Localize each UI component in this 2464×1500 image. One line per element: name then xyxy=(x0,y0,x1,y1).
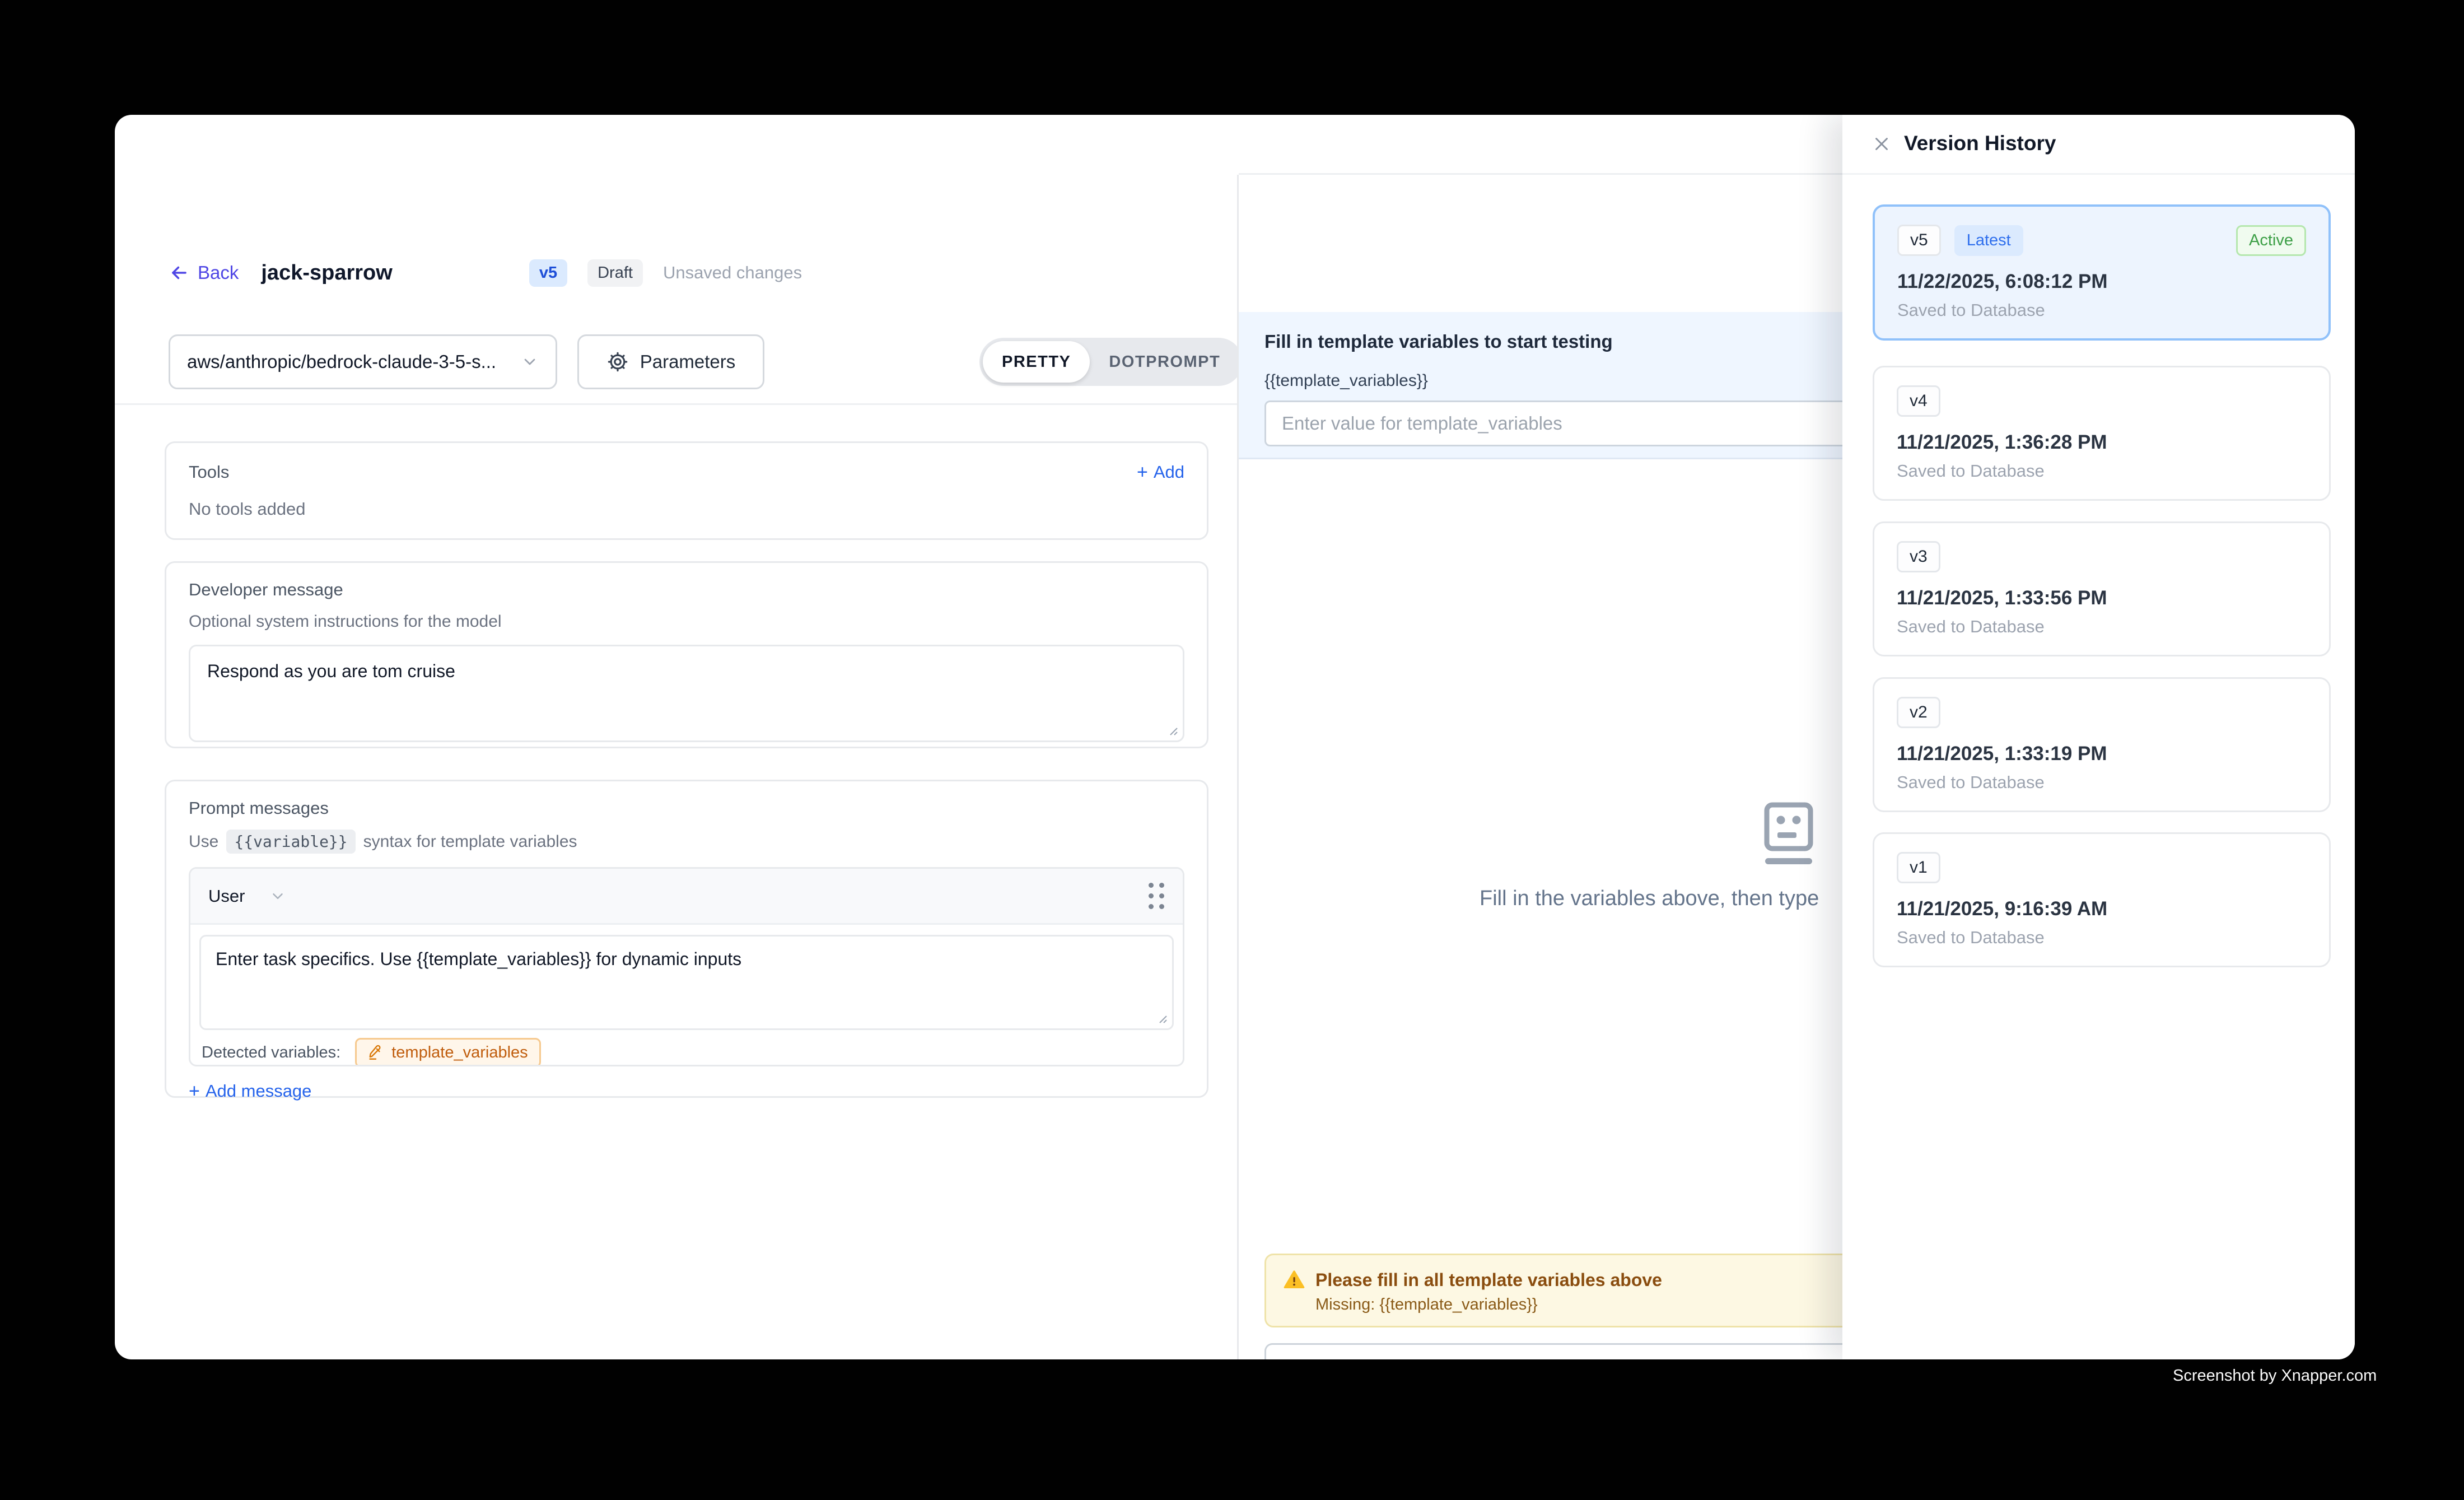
version-number-badge: v3 xyxy=(1897,541,1940,572)
tools-label: Tools xyxy=(189,462,229,482)
arrow-left-icon xyxy=(169,262,190,283)
gear-icon xyxy=(606,351,629,373)
xnapper-watermark: Screenshot by Xnapper.com xyxy=(2173,1367,2377,1385)
prompt-messages-label: Prompt messages xyxy=(189,798,1184,818)
version-card-v5[interactable]: v5 Latest Active 11/22/2025, 6:08:12 PM … xyxy=(1873,204,2331,341)
active-badge: Active xyxy=(2236,225,2306,256)
unsaved-changes-label: Unsaved changes xyxy=(663,263,802,283)
app-window: Back jack-sparrow v5 Draft Unsaved chang… xyxy=(115,115,2355,1359)
page-title: jack-sparrow xyxy=(261,261,392,285)
version-card-v2[interactable]: v2 11/21/2025, 1:33:19 PM Saved to Datab… xyxy=(1873,677,2331,812)
version-history-panel: Version History v5 Latest Active 11/22/2… xyxy=(1842,115,2355,1359)
version-status: Saved to Database xyxy=(1897,300,2306,320)
message-textarea[interactable]: Enter task specifics. Use {{template_var… xyxy=(199,935,1174,1030)
banner-title: Fill in template variables to start test… xyxy=(1264,331,1613,352)
developer-message-description: Optional system instructions for the mod… xyxy=(189,612,1184,631)
header-badges: v5 Draft Unsaved changes xyxy=(529,259,802,287)
version-status: Saved to Database xyxy=(1897,772,2307,793)
drag-handle-icon[interactable] xyxy=(1149,883,1165,910)
parameters-label: Parameters xyxy=(640,351,736,372)
detected-variable-chip[interactable]: template_variables xyxy=(355,1038,540,1067)
test-panel-header xyxy=(1239,115,1842,175)
version-number-badge: v1 xyxy=(1897,852,1940,883)
back-label: Back xyxy=(198,262,239,283)
close-icon xyxy=(1871,133,1892,155)
screenshot-canvas: Back jack-sparrow v5 Draft Unsaved chang… xyxy=(0,0,2464,1500)
bot-face-icon xyxy=(1763,801,1814,865)
template-syntax-hint: Use {{variable}} syntax for template var… xyxy=(189,830,1184,854)
add-tool-button[interactable]: + Add xyxy=(1137,462,1184,482)
chat-input-box[interactable] xyxy=(1264,1343,1886,1359)
version-status: Saved to Database xyxy=(1897,928,2307,948)
model-select[interactable]: aws/anthropic/bedrock-claude-3-5-s... xyxy=(169,334,557,389)
add-message-label: Add message xyxy=(206,1081,312,1101)
variable-value-input[interactable] xyxy=(1264,400,1886,446)
hint-suffix: syntax for template variables xyxy=(363,832,577,851)
version-status: Saved to Database xyxy=(1897,461,2307,481)
version-number-badge: v2 xyxy=(1897,697,1940,728)
draft-badge: Draft xyxy=(587,259,643,287)
developer-message-label: Developer message xyxy=(189,580,1184,600)
empty-state-text: Fill in the variables above, then type xyxy=(1480,887,1819,911)
warning-triangle-icon xyxy=(1283,1269,1305,1291)
back-button[interactable]: Back xyxy=(169,262,239,283)
version-number-badge: v4 xyxy=(1897,385,1940,417)
version-history-title: Version History xyxy=(1904,132,2056,155)
version-card-v4[interactable]: v4 11/21/2025, 1:36:28 PM Saved to Datab… xyxy=(1873,366,2331,501)
version-timestamp: 11/21/2025, 9:16:39 AM xyxy=(1897,898,2307,920)
chevron-down-icon xyxy=(269,888,286,905)
template-variables-banner: Fill in template variables to start test… xyxy=(1239,312,1842,459)
version-status: Saved to Database xyxy=(1897,617,2307,637)
model-name: aws/anthropic/bedrock-claude-3-5-s... xyxy=(187,351,496,372)
add-tool-label: Add xyxy=(1154,462,1184,482)
version-card-v1[interactable]: v1 11/21/2025, 9:16:39 AM Saved to Datab… xyxy=(1873,832,2331,967)
version-header-divider xyxy=(1842,173,2355,175)
version-timestamp: 11/22/2025, 6:08:12 PM xyxy=(1897,271,2306,293)
plus-icon: + xyxy=(189,1083,200,1100)
latest-badge: Latest xyxy=(1954,225,2023,256)
developer-message-card: Developer message Optional system instru… xyxy=(165,561,1208,748)
version-timestamp: 11/21/2025, 1:33:56 PM xyxy=(1897,587,2307,609)
detected-variables-label: Detected variables: xyxy=(202,1044,340,1062)
role-select[interactable]: User xyxy=(208,886,286,906)
prompt-editor-panel: Back jack-sparrow v5 Draft Unsaved chang… xyxy=(115,115,1237,1359)
version-number-badge: v5 xyxy=(1897,225,1941,256)
pencil-icon xyxy=(368,1045,384,1060)
message-header: User xyxy=(190,869,1183,925)
format-toggle: PRETTY DOTPROMPT xyxy=(979,338,1243,386)
variable-syntax-chip: {{variable}} xyxy=(226,830,355,854)
close-button[interactable] xyxy=(1867,129,1896,159)
parameters-button[interactable]: Parameters xyxy=(577,334,764,389)
toggle-option-pretty[interactable]: PRETTY xyxy=(983,341,1090,383)
detected-variables-row: Detected variables: template_variables xyxy=(202,1038,541,1066)
add-message-button[interactable]: + Add message xyxy=(189,1081,1184,1101)
version-badge: v5 xyxy=(529,259,567,287)
prompt-messages-card: Prompt messages Use {{variable}} syntax … xyxy=(165,780,1208,1098)
version-timestamp: 11/21/2025, 1:36:28 PM xyxy=(1897,431,2307,454)
toggle-option-dotprompt[interactable]: DOTPROMPT xyxy=(1090,341,1239,383)
editor-header: Back jack-sparrow v5 Draft Unsaved chang… xyxy=(169,255,802,291)
plus-icon: + xyxy=(1137,464,1148,481)
toolbar-divider xyxy=(115,403,1237,405)
detected-variable-name: template_variables xyxy=(391,1044,528,1062)
message-block: User Enter task specifics. Use {{templat… xyxy=(189,867,1184,1066)
hint-prefix: Use xyxy=(189,832,218,851)
version-card-v3[interactable]: v3 11/21/2025, 1:33:56 PM Saved to Datab… xyxy=(1873,521,2331,656)
role-label: User xyxy=(208,886,245,906)
warning-detail: Missing: {{template_variables}} xyxy=(1315,1296,1851,1314)
chevron-down-icon xyxy=(521,353,539,371)
tools-card: Tools + Add No tools added xyxy=(165,441,1208,540)
warning-title: Please fill in all template variables ab… xyxy=(1315,1270,1662,1291)
version-timestamp: 11/21/2025, 1:33:19 PM xyxy=(1897,743,2307,765)
developer-message-textarea[interactable]: Respond as you are tom cruise xyxy=(189,645,1184,742)
warning-banner: Please fill in all template variables ab… xyxy=(1264,1254,1869,1327)
tools-empty-text: No tools added xyxy=(189,499,1184,519)
variable-name-label: {{template_variables}} xyxy=(1264,371,1428,390)
test-panel: Fill in template variables to start test… xyxy=(1237,115,1842,1359)
